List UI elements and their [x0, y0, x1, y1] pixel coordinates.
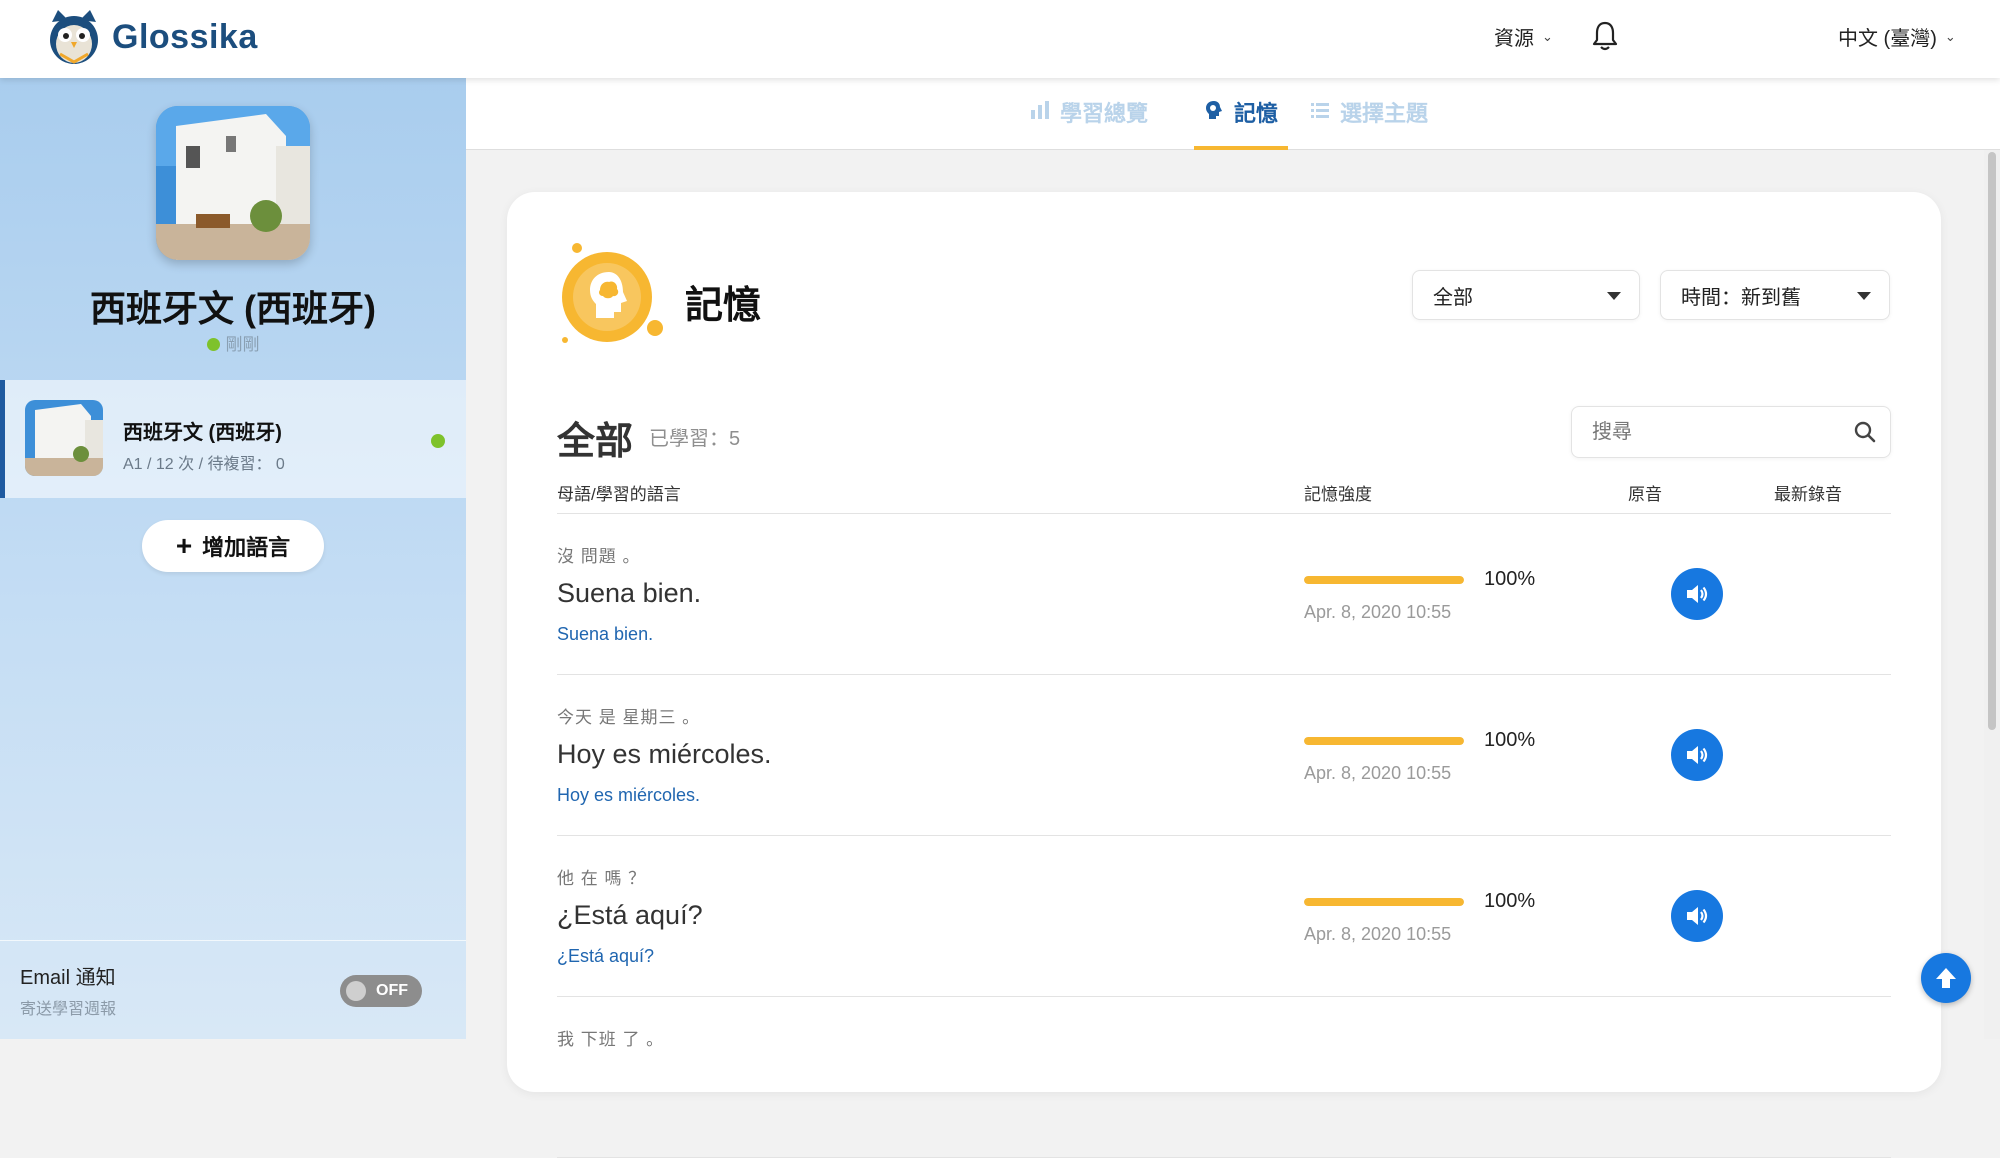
- transliteration-link[interactable]: Suena bien.: [557, 624, 653, 645]
- back-to-top-button[interactable]: [1921, 953, 1971, 1003]
- review-date: Apr. 8, 2020 10:55: [1304, 602, 1452, 622]
- language-cover-image: [156, 106, 310, 260]
- caret-down-icon: [1607, 292, 1621, 300]
- learned-count: 已學習：5: [649, 428, 741, 450]
- bar-chart-icon: [1031, 101, 1049, 119]
- column-latest-recording: 最新錄音: [1774, 485, 1842, 504]
- memory-strength-bar: [1304, 898, 1464, 906]
- strength-fill: [1304, 576, 1464, 584]
- toggle-knob: [346, 981, 366, 1001]
- tab-learning-overview[interactable]: 學習總覽: [1030, 96, 1148, 150]
- strength-fill: [1304, 898, 1464, 906]
- review-date: Apr. 8, 2020 10:55: [1304, 763, 1452, 783]
- arrow-up-icon: [1936, 968, 1956, 988]
- bell-icon[interactable]: [1590, 20, 1620, 52]
- tab-label: 選擇主題: [1340, 101, 1429, 126]
- tab-memory[interactable]: 記憶: [1194, 96, 1289, 150]
- toggle-label: OFF: [376, 982, 408, 999]
- memory-row[interactable]: 我 下班 了 。: [557, 997, 1891, 1158]
- brand-logo[interactable]: Glossika: [44, 8, 258, 66]
- native-sentence: 今天 是 星期三 。: [557, 708, 701, 727]
- speaker-icon: [1687, 907, 1708, 925]
- sidebar: 西班牙文 (西班牙) 剛剛 西班牙文 (西班牙) A1 / 12 次 / 待複習…: [0, 78, 466, 1039]
- speaker-icon: [1687, 585, 1708, 603]
- sort-dropdown[interactable]: 時間：新到舊: [1660, 270, 1890, 320]
- strength-percent: 100%: [1484, 568, 1536, 590]
- review-date: Apr. 8, 2020 10:55: [1304, 924, 1452, 944]
- scrollbar-thumb[interactable]: [1988, 152, 1996, 730]
- target-sentence: Suena bien.: [557, 578, 702, 608]
- owl-logo-icon: [50, 10, 98, 64]
- memory-title: 記憶: [685, 285, 762, 327]
- email-subtitle: 寄送學習週報: [20, 1001, 117, 1018]
- email-notification-section: Email 通知 寄送學習週報 OFF: [0, 940, 466, 1039]
- strength-percent: 100%: [1484, 729, 1536, 751]
- filter-dropdown[interactable]: 全部: [1412, 270, 1640, 320]
- target-sentence: Hoy es miércoles.: [557, 739, 772, 769]
- page-scrollbar[interactable]: [1984, 150, 2000, 1039]
- transliteration-link[interactable]: Hoy es miércoles.: [557, 785, 700, 806]
- column-strength: 記憶強度: [1304, 485, 1372, 504]
- strength-percent: 100%: [1484, 890, 1536, 912]
- caret-down-icon: [1857, 292, 1871, 300]
- play-original-audio-button[interactable]: [1671, 568, 1723, 620]
- language-status: 剛剛: [0, 330, 466, 355]
- memory-card: 記憶 全部 時間：新到舊 全部 已學習：5 母語/學習的語言 記憶強度 原音 最…: [507, 192, 1941, 1158]
- language-title: 西班牙文 (西班牙): [90, 288, 376, 329]
- search-box: [1571, 406, 1891, 458]
- memory-row[interactable]: 他 在 嗎 ？ ¿Está aquí? ¿Está aquí? 100% Apr. 8,…: [557, 836, 1891, 997]
- memory-row[interactable]: 沒 問題 。 Suena bien. Suena bien. 100% Apr. 8, …: [557, 514, 1891, 675]
- email-toggle[interactable]: OFF: [340, 975, 422, 1007]
- memory-strength-bar: [1304, 576, 1464, 584]
- brain-head-icon: [1206, 101, 1222, 119]
- search-icon[interactable]: [1854, 421, 1876, 443]
- tab-label: 學習總覽: [1060, 101, 1149, 126]
- interface-language-menu[interactable]: 中文 (臺灣) ⌄: [1838, 22, 1956, 51]
- tab-bar: 學習總覽 記憶 選擇主題: [466, 78, 2000, 150]
- course-active-dot: [431, 434, 445, 448]
- memory-strength-bar: [1304, 737, 1464, 745]
- course-meta: A1 / 12 次 / 待複習： 0: [123, 456, 285, 473]
- interface-language-label: 中文 (臺灣): [1838, 28, 1937, 50]
- native-sentence: 我 下班 了 。: [557, 1030, 665, 1049]
- plus-icon: +: [175, 530, 193, 561]
- add-language-label: 增加語言: [202, 535, 291, 560]
- add-language-button[interactable]: + 增加語言: [142, 520, 324, 572]
- email-title: Email 通知: [20, 967, 116, 989]
- native-sentence: 他 在 嗎 ？: [557, 869, 647, 888]
- chevron-down-icon: ⌄: [1542, 28, 1553, 44]
- course-card[interactable]: 西班牙文 (西班牙) A1 / 12 次 / 待複習： 0: [0, 380, 466, 498]
- sort-selected: 時間：新到舊: [1681, 286, 1801, 309]
- status-text: 剛剛: [225, 335, 260, 354]
- online-status-dot: [206, 338, 220, 351]
- resources-menu[interactable]: 資源 ⌄: [1494, 22, 1553, 51]
- column-original-audio: 原音: [1628, 485, 1662, 504]
- speaker-icon: [1687, 746, 1708, 764]
- search-input[interactable]: [1592, 420, 1832, 444]
- memory-row[interactable]: 今天 是 星期三 。 Hoy es miércoles. Hoy es miérco…: [557, 675, 1891, 836]
- resources-label: 資源: [1494, 28, 1534, 50]
- course-thumbnail: [25, 400, 103, 476]
- course-name: 西班牙文 (西班牙): [123, 422, 282, 444]
- play-original-audio-button[interactable]: [1671, 729, 1723, 781]
- top-bar: Glossika 資源 ⌄ 中文 (臺灣) ⌄: [0, 0, 2000, 78]
- tab-label: 記憶: [1234, 101, 1279, 126]
- tab-choose-topic[interactable]: 選擇主題: [1310, 96, 1428, 150]
- native-sentence: 沒 問題 。: [557, 547, 641, 566]
- column-native: 母語/學習的語言: [557, 485, 681, 504]
- list-icon: [1311, 103, 1329, 118]
- memory-brain-icon: [562, 243, 663, 343]
- play-original-audio-button[interactable]: [1671, 890, 1723, 942]
- section-title: 全部: [557, 421, 634, 463]
- filter-selected: 全部: [1433, 286, 1473, 309]
- chevron-down-icon: ⌄: [1944, 28, 1956, 44]
- brand-name: Glossika: [112, 17, 258, 56]
- target-sentence: ¿Está aquí?: [557, 900, 703, 930]
- transliteration-link[interactable]: ¿Está aquí?: [557, 946, 654, 967]
- strength-fill: [1304, 737, 1464, 745]
